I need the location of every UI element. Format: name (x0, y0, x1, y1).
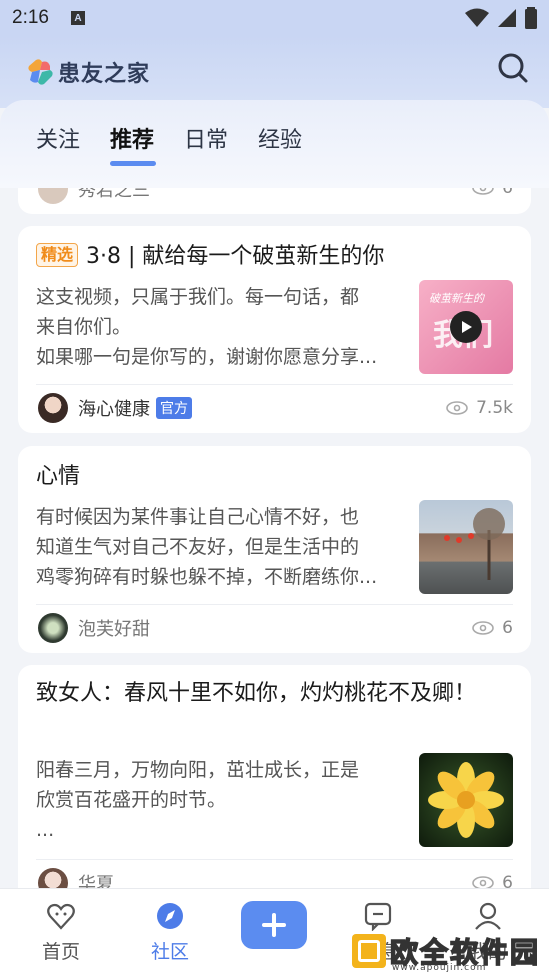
tab-recommend[interactable]: 推荐 (110, 122, 157, 166)
author-name: 海心健康 (78, 399, 150, 420)
post-author[interactable]: 秀若之三 (38, 188, 150, 204)
views-value: 6 (502, 188, 513, 198)
post-author[interactable]: 海心健康 官方 (38, 393, 192, 423)
views-value: 6 (502, 873, 513, 888)
excerpt-line: ... (36, 819, 55, 841)
tab-experience[interactable]: 经验 (258, 122, 302, 154)
post-title-text: 3·8 | 献给每一个破茧新生的你 (86, 244, 385, 269)
feed-tabs: 关注 推荐 日常 经验 (36, 122, 302, 166)
watermark-logo-icon (352, 934, 386, 968)
post-author[interactable]: 华夏 (38, 868, 114, 888)
divider (36, 604, 513, 605)
watermark: 欧全软件园 www.apoujin.com (352, 928, 542, 974)
post-excerpt: 这支视频，只属于我们。每一句话，都 来自你们。 如果哪一句是你写的，谢谢你愿意分… (36, 282, 408, 372)
play-icon[interactable] (450, 311, 482, 343)
eye-icon (472, 621, 494, 635)
signal-icon (498, 9, 516, 27)
post-feed[interactable]: 秀若之三 6 精选 3·8 | 献给每一个破茧新生的你 这支视频，只属于我们。每一… (0, 188, 549, 888)
excerpt-line: 阳春三月，万物向阳，茁壮成长，正是 (36, 759, 360, 781)
video-thumbnail[interactable]: 破茧新生的 我们 (419, 280, 513, 374)
featured-tag: 精选 (36, 243, 79, 267)
status-time: 2:16 (12, 7, 49, 28)
status-bar: 2:16 A (0, 0, 549, 36)
tab-follow[interactable]: 关注 (36, 122, 80, 154)
heart-face-icon (47, 903, 75, 930)
nav-label: 首页 (41, 941, 80, 963)
excerpt-line: 有时候因为某件事让自己心情不好，也 (36, 506, 360, 528)
nav-community[interactable]: 社区 (130, 901, 210, 964)
divider (36, 384, 513, 385)
user-icon (475, 902, 501, 930)
eye-icon (472, 188, 494, 195)
post-card[interactable]: 致女人：春风十里不如你，灼灼桃花不及卿！ 阳春三月，万物向阳，茁壮成长，正是 欣… (18, 665, 531, 888)
battery-icon (525, 7, 537, 29)
tabs-panel: 关注 推荐 日常 经验 (0, 100, 549, 188)
avatar (38, 188, 68, 204)
tree-icon (444, 508, 505, 580)
post-author[interactable]: 泡芙好甜 (38, 613, 150, 643)
thumb-caption: 破茧新生的 (429, 292, 484, 305)
flower-icon (428, 762, 504, 838)
author-name: 秀若之三 (78, 188, 150, 201)
notification-a-icon: A (70, 11, 85, 25)
views-value: 7.5k (476, 398, 513, 418)
wifi-icon (465, 8, 489, 27)
app-logo: 患友之家 (26, 56, 150, 88)
avatar (38, 868, 68, 888)
app-name: 患友之家 (58, 62, 151, 87)
eye-icon (472, 876, 494, 888)
official-badge: 官方 (156, 397, 192, 419)
plus-icon (262, 913, 286, 937)
view-count: 6 (472, 873, 513, 888)
post-excerpt: 有时候因为某件事让自己心情不好，也 知道生气对自己不友好，但是生活中的 鸡零狗碎… (36, 502, 408, 592)
excerpt-line: 欣赏百花盛开的时节。 (36, 789, 227, 811)
post-title[interactable]: 精选 3·8 | 献给每一个破茧新生的你 (36, 240, 516, 274)
post-card-partial[interactable]: 秀若之三 6 (18, 188, 531, 214)
search-icon[interactable] (497, 52, 529, 84)
excerpt-line: 这支视频，只属于我们。每一句话，都 (36, 286, 360, 308)
excerpt-line: 鸡零狗碎有时躲也躲不掉，不断磨练你... (36, 566, 378, 588)
avatar (38, 393, 68, 423)
views-value: 6 (502, 618, 513, 638)
watermark-url: www.apoujin.com (392, 963, 487, 973)
divider (36, 859, 513, 860)
post-title[interactable]: 心情 (36, 460, 516, 494)
avatar (38, 613, 68, 643)
excerpt-line: 知道生气对自己不友好，但是生活中的 (36, 536, 360, 558)
author-name: 泡芙好甜 (78, 619, 150, 640)
nav-label: 社区 (150, 941, 189, 963)
view-count: 6 (472, 188, 513, 198)
post-card[interactable]: 心情 有时候因为某件事让自己心情不好，也 知道生气对自己不友好，但是生活中的 鸡… (18, 446, 531, 653)
status-right (465, 7, 537, 29)
message-icon (364, 902, 392, 932)
eye-icon (446, 401, 468, 415)
nav-home[interactable]: 首页 (21, 901, 101, 964)
post-excerpt: 阳春三月，万物向阳，茁壮成长，正是 欣赏百花盛开的时节。 ... (36, 755, 408, 845)
view-count: 7.5k (446, 398, 513, 418)
flower-photo[interactable] (419, 753, 513, 847)
logo-cross-icon (28, 59, 53, 85)
author-name: 华夏 (78, 874, 114, 888)
compass-icon (157, 903, 183, 929)
tab-daily[interactable]: 日常 (184, 122, 228, 154)
app-header: 患友之家 (0, 36, 549, 108)
excerpt-line: 来自你们。 (36, 316, 132, 338)
view-count: 6 (472, 618, 513, 638)
street-photo[interactable] (419, 500, 513, 594)
post-title[interactable]: 致女人：春风十里不如你，灼灼桃花不及卿！ (36, 677, 506, 711)
excerpt-line: 如果哪一句是你写的，谢谢你愿意分享... (36, 346, 378, 368)
add-post-button[interactable] (241, 901, 307, 949)
post-card[interactable]: 精选 3·8 | 献给每一个破茧新生的你 这支视频，只属于我们。每一句话，都 来自… (18, 226, 531, 433)
